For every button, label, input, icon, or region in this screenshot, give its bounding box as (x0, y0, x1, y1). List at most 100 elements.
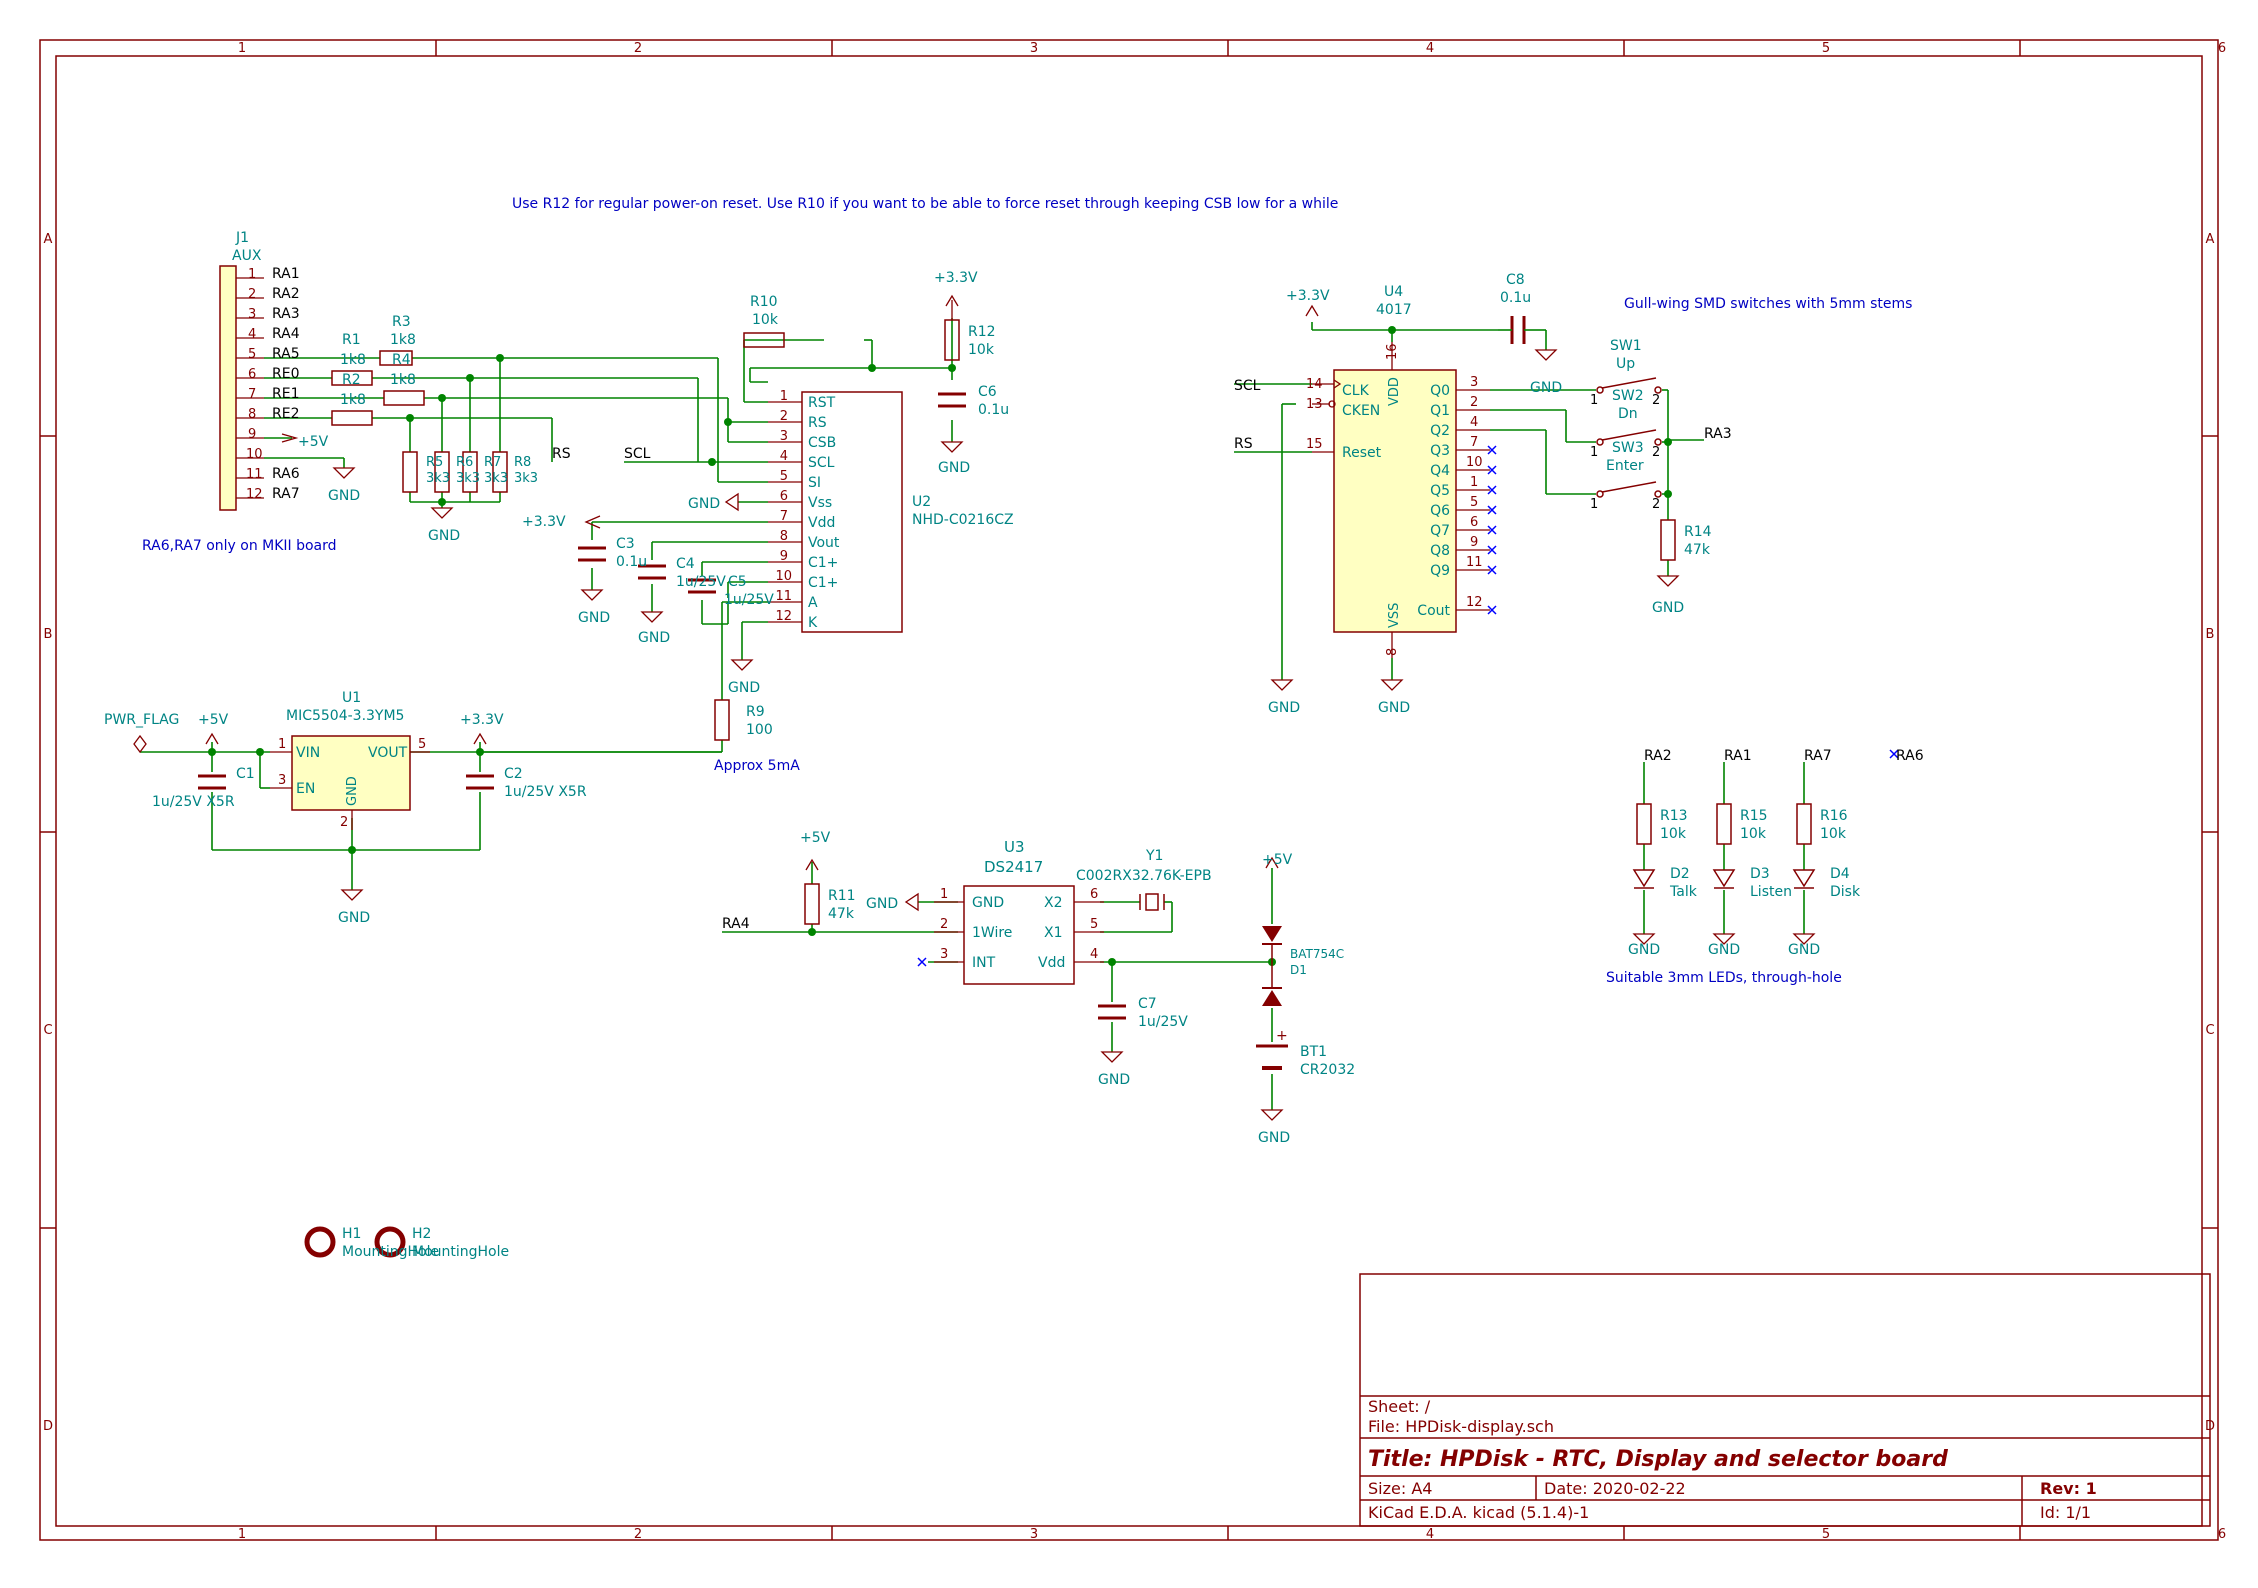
r1-ref: R1 (342, 332, 361, 348)
sw-pin: 1 (1590, 497, 1598, 512)
c5-value: 1u/25V (724, 592, 774, 608)
p5v-symbol: +5V (198, 712, 229, 745)
j1-net-label: RA4 (272, 326, 300, 342)
u2-pin-num: 7 (780, 509, 788, 524)
ra1-net-label: RA1 (1724, 748, 1752, 764)
gnd-label: GND (1788, 942, 1820, 958)
pwr-flag: PWR_FLAG (104, 712, 179, 754)
u2-pin-name: SCL (808, 455, 835, 471)
sw-pin: 1 (1590, 445, 1598, 460)
u1-vout: VOUT (368, 745, 408, 761)
gnd-label: GND (866, 896, 898, 912)
u2-ref: U2 (912, 494, 931, 510)
j1-pin-num: 8 (248, 407, 256, 422)
col-label: 6 (2218, 1527, 2226, 1542)
h1-ref: H1 (342, 1226, 361, 1242)
gnd-label: GND (1652, 600, 1684, 616)
sheet-size: Size: A4 (1368, 1479, 1432, 1498)
u2-pin-name: A (808, 595, 818, 611)
r10-value: 10k (752, 312, 779, 328)
reg-gnd: GND (338, 889, 370, 926)
u4-pin-num: 14 (1306, 377, 1323, 392)
j1-gnd-label: GND (328, 488, 360, 504)
u4-pin-name: CKEN (1342, 403, 1380, 419)
j1-net-label: RE1 (272, 386, 299, 402)
u2-pin-name: RST (808, 395, 836, 411)
gnd-label: GND (428, 528, 460, 544)
sw3-ref: SW3 (1612, 440, 1644, 456)
p33v-label: +3.3V (934, 270, 978, 286)
r3-ref: R3 (392, 314, 411, 330)
pulldown-labels: R5 3k3 R6 3k3 R7 3k3 R8 3k3 (426, 455, 538, 486)
u1-pin-num: 1 (278, 737, 286, 752)
r4-ref: R4 (392, 352, 411, 368)
reset-note: Use R12 for regular power-on reset. Use … (512, 196, 1338, 212)
j1-net-label: RA6 (272, 466, 300, 482)
j1-5v-label: +5V (298, 434, 329, 450)
col-label: 4 (1426, 1527, 1434, 1542)
switch-labels: SW1 Up SW2 Dn SW3 Enter (1606, 338, 1644, 474)
u2-pin-name: Vdd (808, 515, 835, 531)
c1-value: 1u/25V X5R (152, 794, 235, 810)
d3-value: Listen (1750, 884, 1792, 900)
u3-pin-name: X1 (1044, 925, 1063, 941)
u3-pin-num: 2 (940, 917, 948, 932)
gnd-label: GND (1098, 1072, 1130, 1088)
u3-pin-num: 4 (1090, 947, 1098, 962)
d4-ref: D4 (1830, 866, 1850, 882)
h2-ref: H2 (412, 1226, 431, 1242)
r12-ref: R12 (968, 324, 996, 340)
kicad-version: KiCad E.D.A. kicad (5.1.4)-1 (1368, 1503, 1589, 1522)
h2-value: MountingHole (412, 1244, 509, 1260)
u4-pin-name: Q7 (1430, 523, 1450, 539)
u4-value: 4017 (1376, 302, 1412, 318)
r9-ref: R9 (746, 704, 765, 720)
mkii-note: RA6,RA7 only on MKII board (142, 538, 337, 554)
j1-pin-num: 5 (248, 347, 256, 362)
u4-pin-num: 6 (1470, 515, 1478, 530)
gnd-label: GND (578, 610, 610, 626)
d2-value: Talk (1669, 884, 1698, 900)
j1-net-label: RA7 (272, 486, 300, 502)
rs-net-label: RS (552, 446, 571, 462)
r14-value: 47k (1684, 542, 1711, 558)
u4-pin-num: 16 (1385, 343, 1400, 360)
u4-pin-name: Reset (1342, 445, 1382, 461)
sw2-ref: SW2 (1612, 388, 1644, 404)
c7-ref: C7 (1138, 996, 1157, 1012)
r1-value: 1k8 (340, 352, 366, 368)
mounting-holes: H1 MountingHole H2 MountingHole (304, 1226, 509, 1260)
r10-ref: R10 (750, 294, 778, 310)
r13-value: 10k (1660, 826, 1687, 842)
u4-pin-num: 3 (1470, 375, 1478, 390)
j1-net-label: RE2 (272, 406, 299, 422)
ra6-net-label: RA6 (1896, 748, 1924, 764)
u2-pin-num: 11 (775, 589, 792, 604)
j1-net-label: RE0 (272, 366, 299, 382)
j1-connector: J1 AUX 1 2 3 4 5 6 7 8 9 10 11 12 RA1 RA… (219, 230, 360, 511)
u1-gnd: GND (345, 776, 360, 806)
led-note: Suitable 3mm LEDs, through-hole (1606, 970, 1842, 986)
c2-value: 1u/25V X5R (504, 784, 587, 800)
u2-pin-num: 6 (780, 489, 788, 504)
u4-pin-num: 15 (1306, 437, 1323, 452)
gnd-label: GND (688, 496, 720, 512)
sheet-title: Title: HPDisk - RTC, Display and selecto… (1368, 1447, 1948, 1472)
u4-pin-name: Q0 (1430, 383, 1450, 399)
j1-ref: J1 (235, 230, 249, 246)
sw2-value: Dn (1618, 406, 1638, 422)
pwr-flag-label: PWR_FLAG (104, 712, 179, 728)
r6-ref: R6 (456, 455, 473, 470)
p5v-label: +5V (1262, 852, 1293, 868)
j1-net-label: RA3 (272, 306, 300, 322)
j1-pin-num: 3 (248, 307, 256, 322)
r6-value: 3k3 (456, 471, 480, 486)
j1-net-label: RA5 (272, 346, 300, 362)
ra3-net-label: RA3 (1704, 426, 1732, 442)
c6-value: 0.1u (978, 402, 1009, 418)
r7-ref: R7 (484, 455, 501, 470)
u2-pin-num: 8 (780, 529, 788, 544)
sheet-date: Date: 2020-02-22 (1544, 1479, 1686, 1498)
u2-pin-name: C1+ (808, 555, 838, 571)
row-label: D (43, 1419, 53, 1434)
